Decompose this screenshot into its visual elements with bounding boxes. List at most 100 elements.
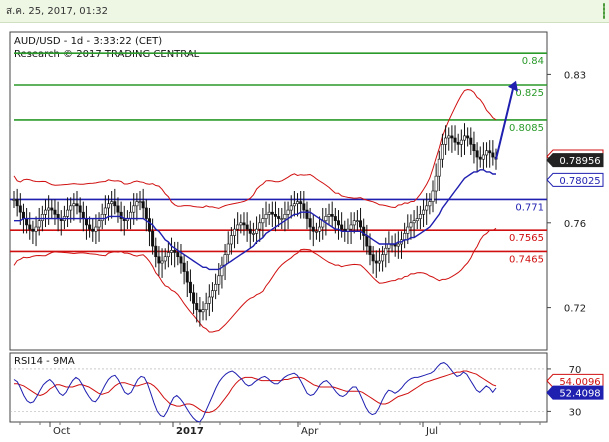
candle-body [75, 203, 79, 207]
bollinger-upper-line [13, 88, 497, 209]
candle-body [270, 211, 274, 215]
price-y-tick-label: 0.76 [564, 219, 586, 230]
candle-body [368, 245, 372, 255]
candle-body [50, 207, 54, 211]
candle-body [434, 175, 438, 192]
candle-body [236, 224, 240, 230]
candle-body [264, 214, 268, 219]
candle-body [418, 214, 422, 219]
candle-body [286, 209, 290, 215]
candle-body [469, 137, 473, 145]
candle-body [248, 228, 252, 234]
candle-body [491, 152, 495, 158]
candle-body [396, 243, 400, 247]
candle-body [384, 247, 388, 255]
candle-body [110, 201, 114, 205]
candle-body [84, 218, 88, 226]
candle-body [371, 254, 375, 262]
candle-body [28, 224, 32, 230]
candle-body [97, 220, 101, 228]
candle-body [327, 214, 331, 217]
candle-body [296, 201, 300, 205]
candle-body [223, 254, 227, 266]
candle-body [462, 135, 466, 141]
candle-body [69, 205, 73, 211]
candle-body [251, 233, 255, 235]
candle-body [103, 207, 107, 215]
candle-body [437, 158, 441, 177]
price-badge-label: 0.78956 [559, 156, 600, 167]
candle-body [66, 209, 70, 217]
candle-body [261, 218, 265, 224]
candle-body [135, 201, 139, 207]
candle-body [444, 137, 448, 145]
candle-body [166, 252, 170, 258]
candle-body [192, 292, 196, 304]
candle-body [226, 243, 230, 255]
candle-body [217, 275, 221, 285]
candle-body [352, 220, 356, 226]
candle-body [330, 214, 334, 217]
candle-body [88, 224, 92, 230]
candle-body [201, 309, 205, 313]
candle-body [229, 235, 233, 245]
candle-body [144, 207, 148, 219]
candle-body [170, 250, 174, 253]
candle-body [258, 222, 262, 230]
candle-body [207, 296, 211, 304]
candle-body [324, 216, 328, 221]
level-label: 0.825 [515, 88, 544, 99]
level-label: 0.7565 [509, 233, 544, 244]
candle-body [478, 156, 482, 160]
candle-body [72, 203, 76, 207]
candle-body [283, 214, 287, 219]
candle-body [299, 201, 303, 205]
candle-body [160, 260, 164, 264]
rsi-line [13, 362, 497, 423]
price-y-tick-label: 0.72 [564, 304, 586, 315]
candle-body [403, 233, 407, 241]
candle-body [488, 150, 492, 154]
candle-body [132, 205, 136, 213]
candle-body [255, 228, 259, 234]
candle-body [40, 214, 44, 221]
candle-body [377, 260, 381, 264]
candle-body [15, 199, 19, 207]
candle-body [185, 271, 189, 283]
candle-body [141, 201, 145, 209]
candle-body [100, 214, 104, 221]
candle-body [359, 220, 363, 228]
candle-body [21, 211, 25, 219]
candle-body [374, 260, 378, 264]
candle-body [336, 220, 340, 226]
candle-body [44, 209, 48, 215]
rsi-y-tick-label: 30 [569, 407, 582, 418]
candle-body [195, 303, 199, 311]
candle-body [453, 137, 457, 143]
candle-body [245, 224, 249, 230]
chart-subtitle: Research © 2017 TRADING CENTRAL [14, 49, 200, 60]
candle-body [113, 201, 117, 207]
candle-body [78, 205, 82, 213]
candle-body [34, 226, 38, 232]
candle-body [53, 209, 57, 215]
chart-title: AUD/USD - 1d - 3:33:22 (CET) [14, 36, 162, 47]
candle-body [456, 141, 460, 145]
candle-body [154, 245, 158, 258]
candle-body [440, 144, 444, 160]
price-y-tick-label: 0.83 [564, 70, 586, 81]
candle-body [233, 228, 237, 236]
candle-body [25, 218, 29, 226]
candle-body [311, 226, 315, 232]
candle-body [129, 211, 133, 219]
candle-body [431, 190, 435, 202]
candle-body [485, 150, 489, 156]
candle-body [412, 220, 416, 224]
candle-body [12, 199, 16, 201]
price-chart: 0.830.790.760.72AUD/USD - 1d - 3:33:22 (… [9, 31, 604, 437]
candle-body [415, 218, 419, 221]
candle-body [273, 214, 277, 217]
candle-body [147, 218, 151, 232]
level-label: 0.7465 [509, 254, 544, 265]
candle-body [472, 144, 476, 152]
